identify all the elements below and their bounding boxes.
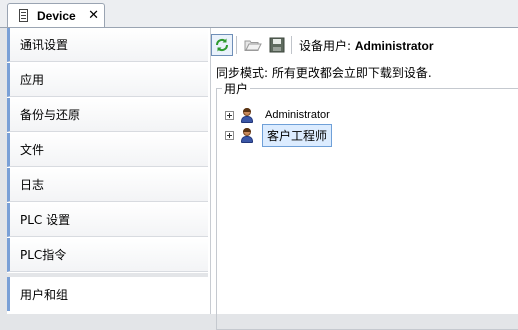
sidebar-item-label: PLC指令 bbox=[20, 248, 67, 262]
expand-icon[interactable] bbox=[225, 110, 234, 120]
sidebar-item-backup-restore[interactable]: 备份与还原 bbox=[7, 98, 208, 132]
save-button[interactable] bbox=[266, 34, 288, 56]
sidebar-item-files[interactable]: 文件 bbox=[7, 133, 208, 167]
user-tree-item[interactable]: 客户工程师 bbox=[225, 123, 333, 147]
document-tabstrip: Device ✕ bbox=[0, 0, 518, 28]
sidebar-item-plc-settings[interactable]: PLC 设置 bbox=[7, 203, 208, 237]
device-user: 设备用户: Administrator bbox=[299, 37, 434, 54]
sidebar-item-users-groups[interactable]: 用户和组 bbox=[7, 277, 208, 311]
user-name: 客户工程师 bbox=[262, 123, 333, 147]
sidebar-item-plc-commands[interactable]: PLC指令 bbox=[7, 238, 208, 272]
sidebar-item-label: 用户和组 bbox=[20, 287, 69, 302]
toolbar-separator bbox=[236, 36, 237, 54]
device-user-value: Administrator bbox=[354, 38, 434, 53]
sidebar-item-label: 日志 bbox=[20, 178, 45, 192]
sidebar-item-label: 备份与还原 bbox=[20, 108, 81, 122]
user-tree-item[interactable]: Administrator bbox=[225, 105, 333, 125]
user-icon bbox=[240, 107, 254, 123]
sidebar-item-label: 文件 bbox=[20, 143, 45, 157]
sidebar-item-application[interactable]: 应用 bbox=[7, 63, 208, 97]
users-group-title: 用户 bbox=[222, 80, 251, 97]
save-icon bbox=[269, 37, 285, 53]
sidebar-item-label: 通讯设置 bbox=[20, 38, 69, 52]
user-name: Administrator bbox=[265, 109, 330, 121]
open-button[interactable] bbox=[242, 34, 264, 56]
users-groups-panel: 设备用户: Administrator 同步模式: 所有更改都会立即下载到设备.… bbox=[210, 28, 518, 330]
sidebar-item-label: PLC 设置 bbox=[20, 213, 71, 227]
sync-mode-text: 同步模式: 所有更改都会立即下载到设备. bbox=[216, 66, 432, 80]
tab-device[interactable]: Device ✕ bbox=[7, 3, 105, 27]
sidebar-item-label: 应用 bbox=[20, 73, 45, 87]
expand-icon[interactable] bbox=[225, 130, 234, 140]
refresh-icon bbox=[215, 38, 229, 52]
tab-title: Device bbox=[37, 8, 76, 23]
close-icon[interactable]: ✕ bbox=[88, 9, 99, 22]
open-folder-icon bbox=[244, 40, 262, 51]
sidebar: 通讯设置 应用 备份与还原 文件 日志 PLC 设置 PLC指令 用户和组 bbox=[7, 28, 211, 314]
refresh-button[interactable] bbox=[211, 34, 233, 56]
device-icon bbox=[19, 8, 30, 23]
toolbar: 设备用户: Administrator bbox=[211, 32, 518, 58]
sidebar-item-log[interactable]: 日志 bbox=[7, 168, 208, 202]
users-groupbox: 用户 Administrator 客户工程师 bbox=[216, 80, 518, 330]
user-icon bbox=[240, 127, 254, 143]
device-user-label: 设备用户: bbox=[299, 38, 352, 53]
sidebar-item-communication[interactable]: 通讯设置 bbox=[7, 28, 208, 62]
toolbar-separator bbox=[291, 36, 292, 54]
